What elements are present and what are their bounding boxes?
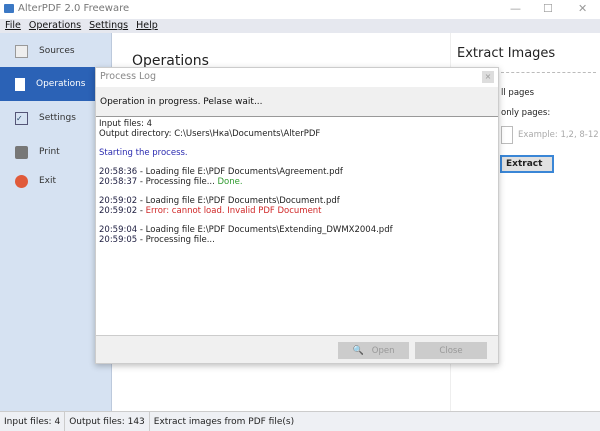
status-description: Extract images from PDF file(s) — [153, 417, 295, 427]
dialog-title: Process Log × — [96, 68, 498, 87]
maximize-button[interactable]: ☐ — [543, 2, 553, 15]
panel-title: Extract Images — [457, 46, 556, 61]
log-time: 20:58:37 — [99, 177, 138, 187]
dialog-close-icon[interactable]: × — [482, 71, 494, 83]
status-output-files: Output files: 143 — [65, 412, 150, 431]
sidebar-item-label: Settings — [39, 113, 76, 123]
log-message: - — [137, 206, 146, 216]
app-icon — [4, 4, 14, 13]
sidebar-item-label: Exit — [39, 176, 57, 186]
log-line: Starting the process. — [99, 148, 188, 158]
log-time: 20:59:02 — [99, 196, 138, 206]
log-line: 20:59:04 - Loading file E:\PDF Documents… — [99, 225, 495, 235]
dialog-title-text: Process Log — [100, 71, 157, 82]
sidebar-item-label: Operations — [36, 79, 86, 89]
menu-file[interactable]: File — [5, 19, 21, 33]
print-icon — [15, 145, 28, 159]
sidebar-item-label: Sources — [39, 46, 75, 56]
status-bar: Input files: 4 Output files: 143 Extract… — [0, 411, 600, 431]
settings-icon: ✓ — [15, 111, 28, 125]
folder-search-icon: 🔍 — [352, 345, 364, 356]
log-error: Error: cannot load. Invalid PDF Document — [145, 206, 322, 216]
log-message: - Processing file... — [137, 235, 215, 245]
divider — [501, 72, 596, 73]
log-line: 20:59:02 - Error: cannot load. Invalid P… — [99, 206, 495, 216]
log-message: - Processing file... — [137, 177, 218, 187]
sources-icon — [15, 44, 28, 58]
log-line: 20:58:36 - Loading file E:\PDF Documents… — [99, 167, 495, 177]
pages-placeholder: Example: 1,2, 8-12 — [518, 130, 599, 140]
log-line: 20:59:02 - Loading file E:\PDF Documents… — [99, 196, 495, 206]
minimize-button[interactable]: — — [510, 2, 521, 15]
status-input-files: Input files: 4 — [0, 412, 66, 431]
operations-icon — [15, 77, 25, 91]
close-button[interactable]: ✕ — [578, 2, 587, 15]
sidebar-item-sources[interactable]: Sources — [0, 34, 112, 68]
pages-input[interactable] — [501, 126, 513, 144]
log-time: 20:59:02 — [99, 206, 138, 216]
progress-status: Operation in progress. Pelase wait... — [96, 87, 498, 117]
menu-help[interactable]: Help — [136, 19, 158, 33]
log-message: - Loading file E:\PDF Documents\Extendin… — [137, 225, 393, 235]
log-line: 20:58:37 - Processing file... Done. — [99, 177, 495, 187]
log-success: Done. — [217, 177, 243, 187]
log-line: 20:59:05 - Processing file... — [99, 235, 495, 245]
log-message: - Loading file E:\PDF Documents\Document… — [137, 196, 340, 206]
title-bar: AlterPDF 2.0 Freeware — ☐ ✕ — [0, 0, 600, 19]
sidebar-item-label: Print — [39, 147, 60, 157]
menu-settings[interactable]: Settings — [89, 19, 128, 33]
log-line: Input files: 4 — [99, 119, 153, 129]
window-title: AlterPDF 2.0 Freeware — [18, 3, 130, 14]
open-label: Open — [371, 345, 395, 356]
all-pages-radio[interactable]: ll pages — [501, 88, 534, 98]
log-time: 20:59:05 — [99, 235, 138, 245]
log-message: - Loading file E:\PDF Documents\Agreemen… — [137, 167, 343, 177]
log-time: 20:58:36 — [99, 167, 138, 177]
log-time: 20:59:04 — [99, 225, 138, 235]
open-button[interactable]: 🔍 Open — [338, 342, 409, 359]
log-output: Input files: 4 Output directory: C:\User… — [96, 117, 498, 335]
menu-bar: File Operations Settings Help — [0, 19, 600, 33]
only-pages-radio[interactable]: only pages: — [501, 108, 550, 118]
extract-button[interactable]: Extract — [500, 155, 554, 173]
menu-operations[interactable]: Operations — [29, 19, 81, 33]
log-line: Output directory: C:\Users\Hка\Documents… — [99, 129, 321, 139]
dialog-footer: 🔍 Open Close — [96, 335, 498, 365]
exit-icon — [15, 174, 28, 188]
close-dialog-button[interactable]: Close — [415, 342, 487, 359]
process-log-dialog: Process Log × Operation in progress. Pel… — [95, 67, 499, 364]
